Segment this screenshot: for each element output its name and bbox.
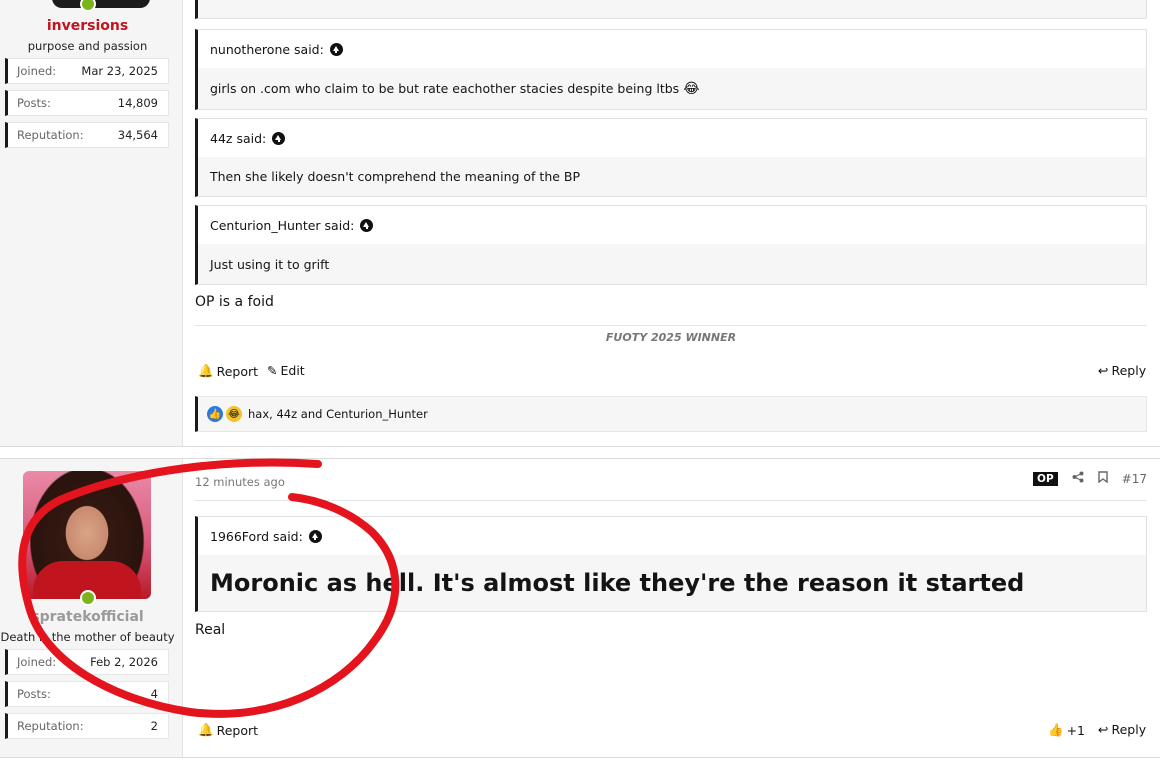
- stat-value: 34,564: [117, 128, 158, 142]
- post-content: Real: [195, 622, 226, 638]
- user-title: Death is the mother of beauty: [0, 630, 175, 644]
- reply-button[interactable]: ↩ Reply: [1098, 722, 1146, 737]
- quote-author[interactable]: 1966Ford said:: [210, 529, 303, 544]
- online-status-indicator: [80, 590, 96, 606]
- header-divider: [195, 500, 1147, 501]
- stat-label: Posts:: [17, 687, 51, 701]
- quote-block: nunotherone said: girls on .com who clai…: [195, 29, 1147, 110]
- quote-header[interactable]: Centurion_Hunter said:: [198, 206, 1146, 244]
- op-badge: OP: [1033, 471, 1058, 486]
- post-number[interactable]: #17: [1122, 472, 1147, 486]
- stat-label: Reputation:: [17, 128, 84, 142]
- stat-label: Joined:: [17, 64, 57, 78]
- quote-text-row: Moronic as hell. It's almost like they'r…: [198, 555, 1146, 611]
- reactions-users[interactable]: hax, 44z and Centurion_Hunter: [248, 407, 428, 421]
- edit-button[interactable]: ✎ Edit: [267, 363, 305, 378]
- reply-label: Reply: [1111, 363, 1147, 378]
- reply-arrow-icon: ↩: [1098, 722, 1109, 737]
- quote-author[interactable]: 44z said:: [210, 131, 266, 146]
- quote-header[interactable]: 44z said:: [198, 119, 1146, 157]
- bookmark-icon[interactable]: [1097, 471, 1108, 486]
- reply-label: Reply: [1111, 722, 1147, 737]
- go-to-post-icon[interactable]: [272, 131, 286, 145]
- stat-label: Reputation:: [17, 719, 84, 733]
- quote-text-row: Just using it to grift: [198, 244, 1146, 284]
- go-to-post-icon[interactable]: [329, 42, 343, 56]
- bell-icon: 🔔: [198, 363, 214, 378]
- stat-joined: Joined: Feb 2, 2026: [5, 649, 169, 675]
- go-to-post-icon[interactable]: [308, 529, 322, 543]
- quote-header[interactable]: nunotherone said:: [198, 30, 1146, 68]
- quote-text: Just using it to grift: [210, 256, 330, 272]
- quote-block: 44z said: Then she likely doesn't compre…: [195, 118, 1147, 197]
- stat-posts: Posts: 14,809: [5, 90, 169, 116]
- report-button[interactable]: 🔔 Report: [198, 363, 258, 379]
- reply-arrow-icon: ↩: [1098, 363, 1109, 378]
- stat-value: Mar 23, 2025: [81, 64, 158, 78]
- laughing-emoji-icon: 😂: [683, 80, 700, 97]
- quote-header[interactable]: 1966Ford said:: [198, 517, 1146, 555]
- stat-value[interactable]: 14,809: [118, 96, 158, 110]
- user-title: purpose and passion: [27, 39, 148, 53]
- pencil-icon: ✎: [267, 363, 278, 378]
- like-count: +1: [1066, 722, 1086, 738]
- stat-label: Posts:: [17, 96, 51, 110]
- report-button[interactable]: 🔔 Report: [198, 722, 258, 738]
- signature-divider: [195, 325, 1147, 326]
- post-17: spratekofficial Death is the mother of b…: [0, 458, 1160, 758]
- quote-text: girls on .com who claim to be but rate e…: [210, 81, 680, 96]
- quote-text-row: girls on .com who claim to be but rate e…: [198, 68, 1146, 109]
- stat-label: Joined:: [17, 655, 57, 669]
- post-16: inversions purpose and passion Joined: M…: [0, 0, 1160, 447]
- stat-reputation: Reputation: 2: [5, 713, 169, 739]
- like-button[interactable]: 👍 +1: [1048, 722, 1085, 738]
- post-timestamp[interactable]: 12 minutes ago: [195, 475, 285, 489]
- stat-posts: Posts: 4: [5, 681, 169, 707]
- stat-joined: Joined: Mar 23, 2025: [5, 58, 169, 84]
- quote-block-cut: [195, 0, 1147, 19]
- stat-value: 2: [150, 719, 158, 733]
- edit-label: Edit: [280, 363, 305, 378]
- avatar[interactable]: [52, 0, 150, 8]
- quote-block: Centurion_Hunter said: Just using it to …: [195, 205, 1147, 285]
- stat-value: Feb 2, 2026: [90, 655, 158, 669]
- quote-author[interactable]: Centurion_Hunter said:: [210, 218, 354, 233]
- go-to-post-icon[interactable]: [360, 218, 374, 232]
- post-tools: OP #17: [1033, 471, 1147, 486]
- stat-reputation: Reputation: 34,564: [5, 122, 169, 148]
- share-icon[interactable]: [1072, 471, 1084, 486]
- quote-author[interactable]: nunotherone said:: [210, 42, 324, 57]
- signature: FUOTY 2025 WINNER: [605, 331, 737, 344]
- stat-value[interactable]: 4: [151, 687, 158, 701]
- like-reaction-icon: 👍: [207, 406, 223, 422]
- quote-text: Moronic as hell. It's almost like they'r…: [210, 569, 1025, 597]
- avatar[interactable]: [23, 471, 151, 599]
- username[interactable]: inversions: [0, 18, 175, 34]
- user-info-column: inversions purpose and passion Joined: M…: [0, 0, 183, 446]
- online-status-indicator: [80, 0, 96, 12]
- report-label: Report: [216, 363, 259, 379]
- quote-text-row: Then she likely doesn't comprehend the m…: [198, 157, 1146, 196]
- reply-button[interactable]: ↩ Reply: [1098, 363, 1146, 378]
- quote-block: 1966Ford said: Moronic as hell. It's alm…: [195, 516, 1147, 612]
- laugh-reaction-icon: 😂: [226, 406, 242, 422]
- bell-icon: 🔔: [198, 722, 214, 737]
- user-info-column: spratekofficial Death is the mother of b…: [0, 459, 183, 757]
- quote-text: Then she likely doesn't comprehend the m…: [210, 169, 581, 184]
- username[interactable]: spratekofficial: [0, 609, 175, 625]
- reactions-bar[interactable]: 👍 😂 hax, 44z and Centurion_Hunter: [195, 396, 1147, 432]
- thumbs-up-icon: 👍: [1048, 722, 1064, 737]
- post-content: OP is a foid: [195, 294, 274, 310]
- report-label: Report: [216, 722, 259, 738]
